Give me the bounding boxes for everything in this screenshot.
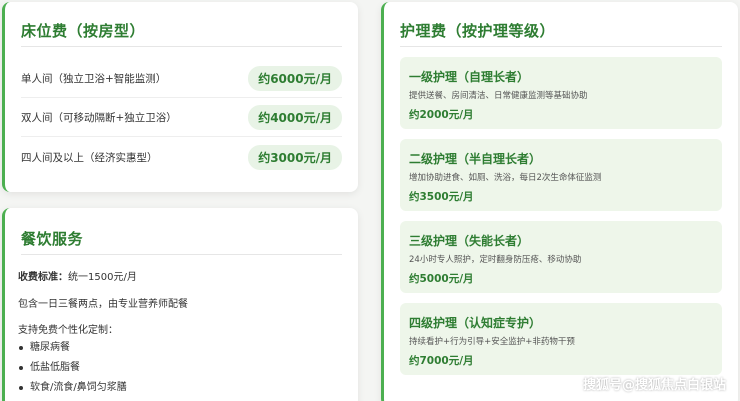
care-level-desc: 24小时专人照护，定时翻身防压疮、移动协助	[409, 255, 582, 265]
food-service-divider	[21, 254, 342, 255]
bed-row-double: 双人间（可移动隔断+独立卫浴） 约4000元/月	[21, 99, 342, 137]
nursing-fee-divider	[400, 46, 722, 47]
list-item: 糖尿病餐	[18, 338, 127, 358]
nursing-fee-card: 护理费（按护理等级） 一级护理（自理长者） 提供送餐、房间清洁、日常健康监测等基…	[381, 2, 738, 401]
nursing-fee-title: 护理费（按护理等级）	[400, 22, 556, 40]
bed-fee-divider	[21, 46, 342, 47]
bed-row-label: 四人间及以上（经济实惠型）	[21, 151, 158, 164]
care-level-1: 一级护理（自理长者） 提供送餐、房间清洁、日常健康监测等基础协助 约2000元/…	[400, 57, 722, 129]
care-level-title: 四级护理（认知症专护）	[409, 316, 542, 330]
food-custom-list: 糖尿病餐 低盐低脂餐 软食/流食/鼻饲匀浆膳	[18, 338, 127, 398]
food-service-title: 餐饮服务	[21, 230, 84, 248]
bed-row-quad: 四人间及以上（经济实惠型） 约3000元/月	[21, 138, 342, 176]
bed-row-price: 约4000元/月	[248, 105, 342, 130]
care-level-4: 四级护理（认知症专护） 持续看护+行为引导+安全监护+非药物干预 约7000元/…	[400, 303, 722, 375]
care-level-price: 约2000元/月	[409, 109, 474, 121]
care-level-price: 约3500元/月	[409, 191, 474, 203]
care-level-3: 三级护理（失能长者） 24小时专人照护，定时翻身防压疮、移动协助 约5000元/…	[400, 221, 722, 293]
care-level-price: 约7000元/月	[409, 355, 474, 367]
care-level-desc: 持续看护+行为引导+安全监护+非药物干预	[409, 337, 575, 347]
bed-row-label: 单人间（独立卫浴+智能监测）	[21, 73, 167, 85]
food-standard: 收费标准：统一1500元/月	[18, 268, 137, 283]
watermark: 搜狐号@搜狐焦点白银站	[582, 378, 726, 393]
bed-fee-title: 床位费（按房型）	[21, 22, 146, 40]
food-includes: 包含一日三餐两点，由专业营养师配餐	[18, 299, 188, 310]
bed-row-price: 约6000元/月	[248, 66, 342, 91]
food-custom-intro: 支持免费个性化定制：	[18, 325, 118, 336]
bed-row-price: 约3000元/月	[248, 144, 342, 170]
list-item: 低盐低脂餐	[18, 358, 127, 378]
food-standard-value: 统一1500元/月	[68, 272, 137, 283]
care-level-title: 一级护理（自理长者）	[409, 70, 530, 84]
bed-row-label: 双人间（可移动隔断+独立卫浴）	[21, 112, 177, 124]
care-level-desc: 提供送餐、房间清洁、日常健康监测等基础协助	[409, 91, 588, 101]
bed-row-single: 单人间（独立卫浴+智能监测） 约6000元/月	[21, 60, 342, 98]
care-level-desc: 增加协助进食、如厕、洗浴，每日2次生命体征监测	[409, 173, 602, 183]
care-level-title: 三级护理（失能长者）	[409, 234, 530, 248]
care-level-2: 二级护理（半自理长者） 增加协助进食、如厕、洗浴，每日2次生命体征监测 约350…	[400, 139, 722, 211]
care-level-title: 二级护理（半自理长者）	[409, 152, 542, 166]
list-item: 软食/流食/鼻饲匀浆膳	[18, 378, 127, 398]
bed-fee-card: 床位费（按房型） 单人间（独立卫浴+智能监测） 约6000元/月 双人间（可移动…	[2, 2, 358, 192]
food-standard-label: 收费标准：	[18, 272, 68, 283]
care-level-price: 约5000元/月	[409, 273, 474, 285]
